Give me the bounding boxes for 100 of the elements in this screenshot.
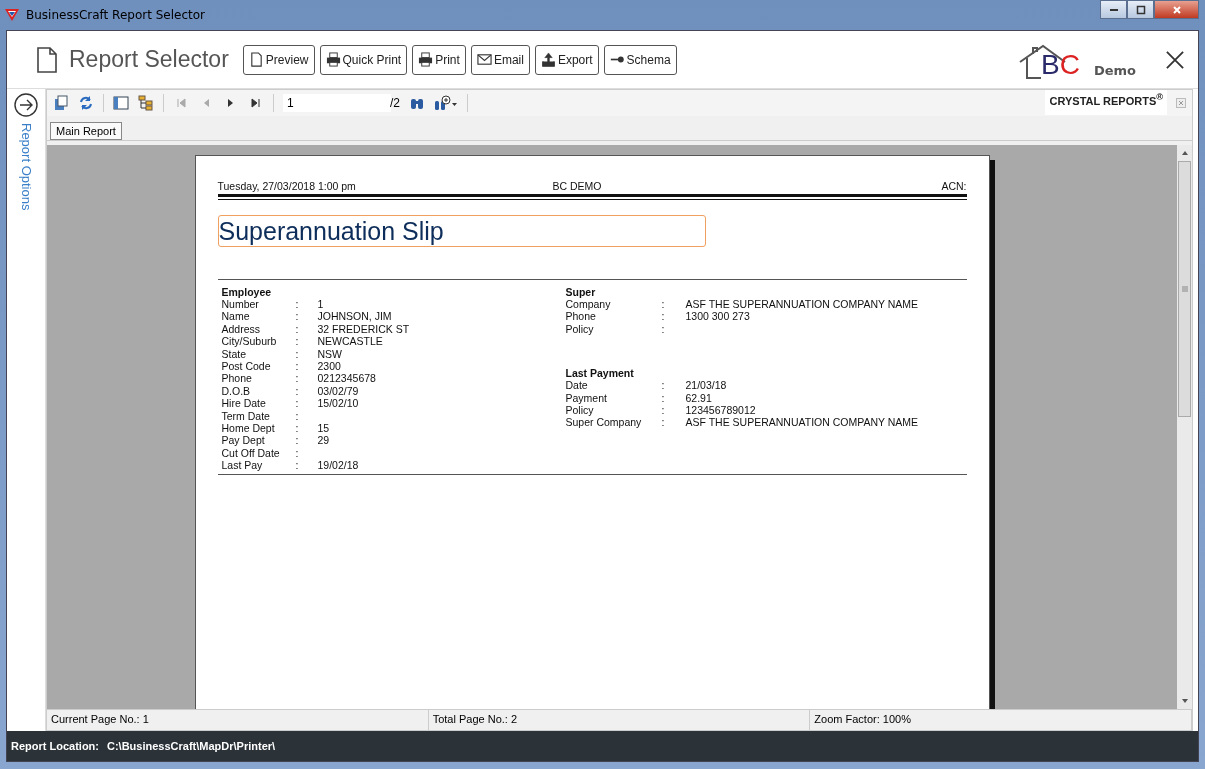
logo-letter: C [1059,49,1080,80]
toolbar-button[interactable]: Preview [242,44,315,75]
toolbar-button[interactable]: Schema [603,44,677,75]
logo-letter: B [1041,49,1060,80]
field-value: ASF THE SUPERANNUATION COMPANY NAME [685,416,919,429]
status-text: Zoom Factor: 100% [810,710,1192,730]
field-value: 0212345678 [317,372,376,385]
field-value: ASF THE SUPERANNUATION COMPANY NAME [685,298,919,311]
field-label: Home Dept [221,421,276,435]
vertical-scrollbar[interactable] [1177,145,1192,709]
colon: : [295,421,300,435]
maximize-button[interactable] [1127,0,1154,19]
field-label: Post Code [221,359,272,373]
field-value: 15/02/10 [317,397,359,410]
refresh-icon[interactable] [78,95,94,111]
field-label: D.O.B [221,384,252,398]
page-total: /2 [390,96,400,110]
colon: : [295,372,300,385]
page-number-field[interactable]: 1 [283,94,391,112]
field-label: Super Company [565,416,643,429]
colon: : [661,403,666,417]
colon: : [295,434,300,447]
section-heading: Super [565,286,597,298]
colon: : [295,409,300,422]
field-value: NEWCASTLE [317,335,383,348]
minimize-button[interactable] [1100,0,1127,19]
field-value: NSW [317,347,342,360]
field-value: 1300 300 273 [685,310,750,323]
window-title: BusinessCraft Report Selector [26,8,205,22]
location-path: C:\BusinessCraft\MapDr\Printer\ [107,740,276,752]
field-label: City/Suburb [221,335,278,348]
toolbar-button[interactable]: Export [534,44,599,75]
printer-icon [418,52,434,67]
printer-icon [325,52,341,67]
field-label: Cut Off Date [221,446,281,460]
side-panel-tab[interactable]: Report Options [18,123,34,211]
document-icon [37,46,57,73]
toolbar-button[interactable]: Email [470,44,530,75]
field-label: Phone [565,310,597,323]
close-icon [1171,4,1182,15]
field-value: 03/02/79 [317,384,359,398]
field-value: JOHNSON, JIM [317,310,392,323]
acn-label: ACN: [941,180,967,192]
colon: : [295,397,300,410]
field-label: Hire Date [221,397,267,410]
brand-label: CRYSTAL REPORTS$^{®}$ [1045,90,1167,115]
field-label: Company [565,298,612,311]
field-label: Payment [565,391,608,404]
zoom-dropdown-icon[interactable] [434,95,458,111]
colon: : [295,322,300,336]
field-value: 62.91 [685,391,712,404]
field-value: 1 [317,298,324,311]
location-label: Report Location: [11,740,99,752]
scroll-down-icon[interactable] [1180,697,1189,705]
field-label: Policy [565,322,595,336]
colon: : [661,379,666,392]
toolbar-button[interactable]: Print [412,44,466,75]
field-value: 29 [317,434,330,447]
arrow-circle-icon[interactable] [14,93,38,117]
report-title: Superannuation Slip [218,216,444,246]
field-value: 32 FREDERICK ST [317,322,410,336]
colon: : [661,391,666,404]
field-label: Date [565,379,589,392]
company-name: BC DEMO [552,180,602,192]
colon: : [295,446,300,460]
scroll-up-icon[interactable] [1180,149,1189,157]
field-label: Number [221,298,260,311]
field-value: 15 [317,421,330,435]
status-text: Total Page No.: 2 [428,710,811,730]
logo-caption: Demo [1093,62,1136,78]
section-heading: Employee [221,286,273,298]
field-label: Pay Dept [221,434,266,447]
page-title: Report Selector [69,46,229,73]
report-tab[interactable]: Main Report [50,122,122,140]
minimize-icon [1109,8,1118,11]
envelope-icon [476,52,492,67]
colon: : [295,298,300,311]
field-label: Last Pay [221,459,264,472]
toolbar-button[interactable]: Quick Print [319,44,408,75]
colon: : [295,384,300,398]
close-button[interactable] [1154,0,1199,19]
field-value: 2300 [317,359,341,373]
colon: : [661,416,666,429]
colon: : [661,322,666,336]
report-date: Tuesday, 27/03/2018 1:00 pm [217,180,356,192]
close-icon[interactable] [1166,50,1184,69]
maximize-icon [1135,4,1146,15]
document-icon [248,52,264,67]
panel-icon[interactable] [113,95,129,111]
field-value: 19/02/18 [317,459,359,472]
colon: : [295,310,300,323]
field-label: Name [221,310,251,323]
field-label: Phone [221,372,253,385]
colon: : [295,359,300,373]
field-label: State [221,347,248,360]
grip-icon [1180,286,1189,292]
colon: : [661,310,666,323]
export-icon[interactable] [53,95,69,111]
field-value: 123456789012 [685,403,756,417]
tree-icon[interactable] [138,95,154,111]
